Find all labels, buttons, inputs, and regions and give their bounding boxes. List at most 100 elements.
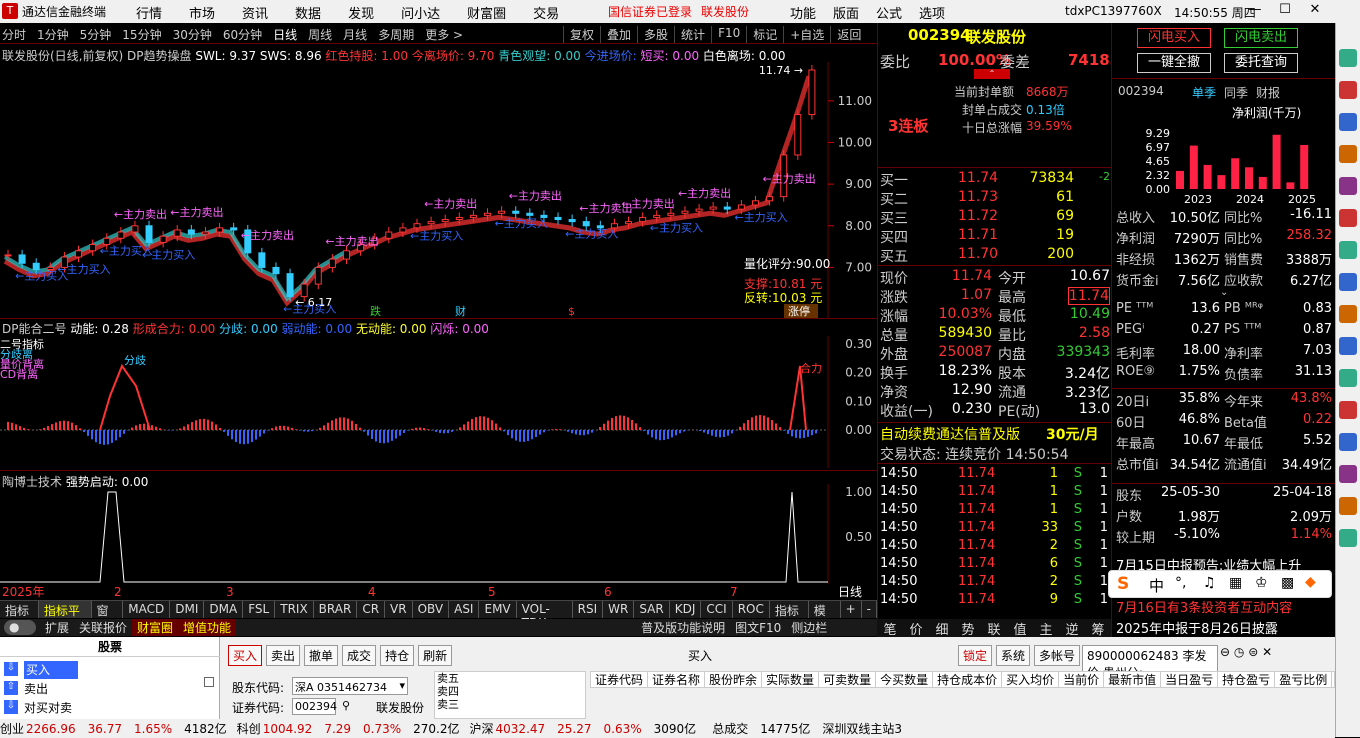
trade-button[interactable]: 锁定 xyxy=(958,645,993,666)
clock-icon[interactable]: ◷ xyxy=(1234,645,1244,659)
order-query-button[interactable]: 委托查询 xyxy=(1224,53,1298,73)
tool-button[interactable]: 叠加 xyxy=(600,26,637,43)
tree-item[interactable]: 卖出 xyxy=(24,680,234,698)
bid-row[interactable]: 买三 11.72 69 xyxy=(880,208,1110,227)
sidebar-icon[interactable] xyxy=(1339,497,1357,515)
period-tab[interactable]: 周线 xyxy=(308,26,332,43)
tool-button[interactable]: 统计 xyxy=(674,26,711,43)
indicator-tab[interactable]: 模板 xyxy=(809,601,841,635)
menu-2[interactable]: 资讯 xyxy=(242,3,268,22)
flash-buy-button[interactable]: 闪电买入 xyxy=(1137,28,1211,48)
toggle-icon[interactable]: ● xyxy=(4,620,36,635)
collapse-icon[interactable]: ⌃ xyxy=(974,69,1010,79)
trade-button[interactable]: 系统 xyxy=(996,645,1031,666)
quote-tab[interactable]: 细 xyxy=(929,619,955,638)
sidebar-icon[interactable] xyxy=(1339,145,1357,163)
tree-item[interactable]: 对买对卖 xyxy=(24,699,234,717)
tab-single-quarter[interactable]: 单季 xyxy=(1192,84,1216,101)
period-tab[interactable]: 15分钟 xyxy=(122,26,161,43)
stock-notice[interactable]: 联发股份 xyxy=(701,3,749,20)
sidebar-icon[interactable] xyxy=(1339,113,1357,131)
quote-tab[interactable]: 逆 xyxy=(1059,619,1085,638)
tool-button[interactable]: +自选 xyxy=(783,26,830,43)
indicator-tab[interactable]: ROC xyxy=(733,601,770,618)
indicator-tab[interactable]: WR xyxy=(603,601,635,618)
extension-tab[interactable]: 普及版功能说明 xyxy=(636,619,730,636)
bid-row[interactable]: 买四 11.71 19 xyxy=(880,227,1110,246)
sidebar-icon[interactable] xyxy=(1339,401,1357,419)
indicator-tab[interactable]: DMI xyxy=(170,601,205,618)
tool-button[interactable]: F10 xyxy=(711,26,746,43)
sidebar-icon[interactable] xyxy=(1339,369,1357,387)
indicator-tab[interactable]: MACD xyxy=(123,601,171,618)
menu-5[interactable]: 问小达 xyxy=(401,3,440,22)
minimize-icon[interactable]: — xyxy=(1240,2,1270,17)
skin-icon[interactable]: ♔ xyxy=(1255,575,1268,591)
ind1-name[interactable]: DP能合二号 xyxy=(2,322,66,336)
table-column-header[interactable]: 持仓盈亏 xyxy=(1218,672,1276,687)
quote-tab[interactable]: 值 xyxy=(1007,619,1033,638)
indicator-tab[interactable]: FSL xyxy=(243,601,276,618)
tool-button[interactable]: 复权 xyxy=(563,26,600,43)
table-column-header[interactable]: 持仓成本价 xyxy=(933,672,1003,687)
indicator2-chart[interactable]: 1.00 0.50 xyxy=(0,484,877,584)
news-item[interactable]: 7月16日有3条投资者互动内容 xyxy=(1116,597,1292,616)
trade-tab[interactable]: 撤单 xyxy=(304,645,339,666)
indicator-tab[interactable]: + xyxy=(841,601,862,618)
indicator-tab[interactable]: TRIX xyxy=(275,601,314,618)
period-tab[interactable]: 月线 xyxy=(343,26,367,43)
event-marker[interactable]: 财 xyxy=(455,304,466,318)
table-column-header[interactable]: 股份昨余 xyxy=(705,672,763,687)
menu-3[interactable]: 数据 xyxy=(295,3,321,22)
table-column-header[interactable]: 可卖数量 xyxy=(819,672,877,687)
indicator-tab[interactable]: SAR xyxy=(634,601,670,618)
bid-row[interactable]: 买五 11.70 200 xyxy=(880,246,1110,265)
sidebar-icon[interactable] xyxy=(1339,81,1357,99)
sidebar-icon[interactable] xyxy=(1339,273,1357,291)
sidebar-icon[interactable] xyxy=(1339,465,1357,483)
rmenu-2[interactable]: 公式 xyxy=(876,3,902,22)
table-column-header[interactable]: 最新市值 xyxy=(1104,672,1162,687)
server-label[interactable]: 深圳双线主站3 xyxy=(822,720,902,737)
close-icon[interactable]: ✕ xyxy=(1300,2,1330,17)
period-tab[interactable]: 60分钟 xyxy=(223,26,262,43)
indicator-tab[interactable]: OBV xyxy=(413,601,450,618)
index-label[interactable]: 科创 xyxy=(237,720,261,737)
trade-tab[interactable]: 持仓 xyxy=(380,645,415,666)
quote-tab[interactable]: 筹 xyxy=(1085,619,1111,638)
table-column-header[interactable]: 证券代码 xyxy=(591,672,649,687)
table-column-header[interactable]: 买入均价 xyxy=(1002,672,1060,687)
table-column-header[interactable]: 实际数量 xyxy=(762,672,820,687)
index-label[interactable]: 创业 xyxy=(0,720,24,737)
extension-tab[interactable]: 图文F10 xyxy=(730,619,786,636)
period-tab[interactable]: 30分钟 xyxy=(173,26,212,43)
candlestick-chart[interactable]: 11.0010.009.008.007.00←主力卖出 ←主力卖出←主力卖出 ←主力… xyxy=(0,62,877,318)
rmenu-1[interactable]: 版面 xyxy=(833,3,859,22)
tool-button[interactable]: 标记 xyxy=(746,26,783,43)
trade-button[interactable]: 多帐号 xyxy=(1034,645,1081,666)
menu-1[interactable]: 市场 xyxy=(189,3,215,22)
tab-report[interactable]: 财报 xyxy=(1256,84,1280,101)
toolbox-icon[interactable]: ▩ xyxy=(1281,575,1294,591)
ime-mode-icon[interactable]: 中 xyxy=(1149,575,1164,596)
tool-button[interactable]: 多股 xyxy=(637,26,674,43)
tree-item[interactable]: 买入 xyxy=(24,661,78,679)
rmenu-3[interactable]: 选项 xyxy=(919,3,945,22)
ask-row[interactable]: 卖三 xyxy=(435,698,585,711)
indicator-tab[interactable]: VOL-TDX xyxy=(517,601,573,630)
news-item[interactable]: 2025年中报于8月26日披露 xyxy=(1116,618,1278,637)
ask-row[interactable]: 卖五 xyxy=(435,672,585,685)
sidebar-icon[interactable] xyxy=(1339,433,1357,451)
indicator-name[interactable]: DP趋势操盘 xyxy=(127,49,191,63)
period-tab[interactable]: 更多 > xyxy=(425,26,463,43)
tool-button[interactable]: 返回 xyxy=(830,26,867,43)
close-icon[interactable]: ✕ xyxy=(1262,645,1272,659)
sidebar-icon[interactable] xyxy=(1339,305,1357,323)
indicator1-chart[interactable]: 0.300.200.100.00二号指标分歧离量价背离CD背离分歧合力 xyxy=(0,336,877,468)
trade-tab[interactable]: 刷新 xyxy=(418,645,453,666)
quote-tab[interactable]: 势 xyxy=(955,619,981,638)
indicator-tab[interactable]: BRAR xyxy=(314,601,358,618)
extension-tab[interactable]: 关联报价 xyxy=(74,619,132,636)
keyboard-icon[interactable]: ▦ xyxy=(1229,575,1242,591)
extra-icon[interactable]: ◆ xyxy=(1305,574,1316,590)
